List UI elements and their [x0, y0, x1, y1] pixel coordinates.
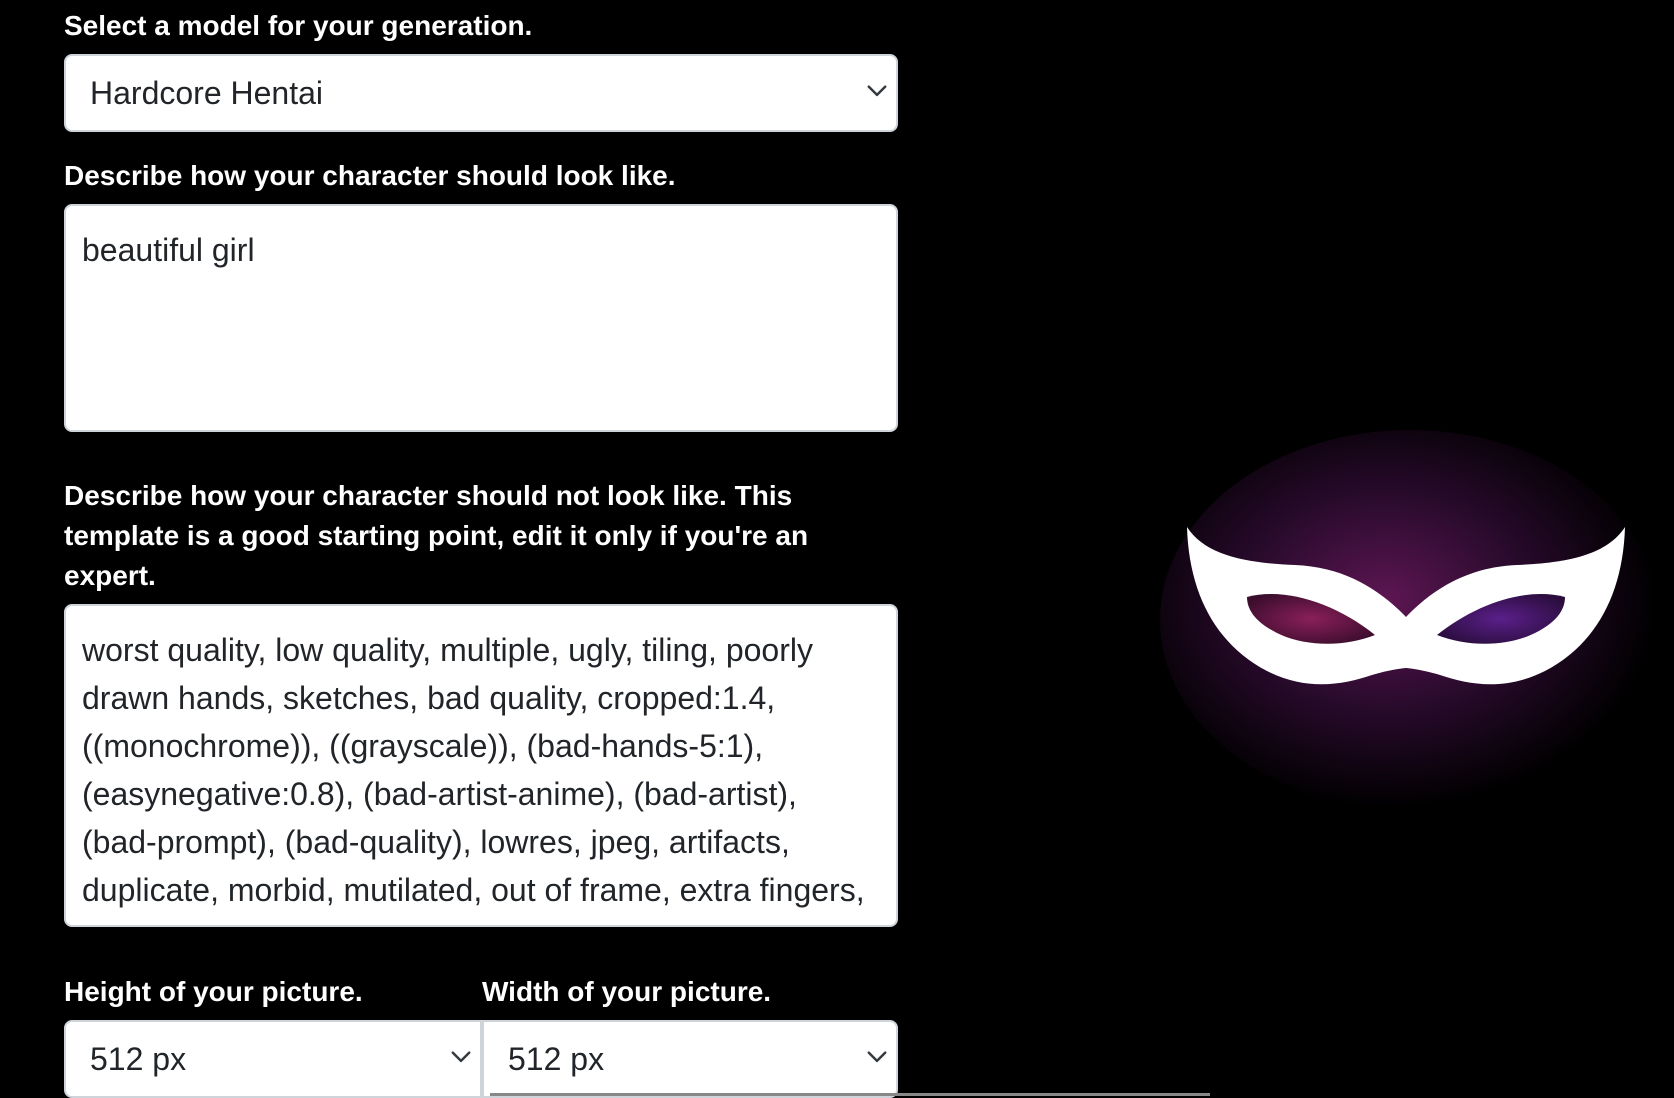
height-select-value: 512 px	[90, 1040, 187, 1077]
masquerade-mask-icon	[1187, 527, 1625, 685]
chevron-down-icon	[451, 1051, 471, 1063]
model-select-value: Hardcore Hentai	[90, 74, 323, 111]
chevron-down-icon	[867, 85, 887, 97]
positive-prompt-textarea[interactable]: beautiful girl	[64, 204, 898, 432]
height-select[interactable]: 512 px	[64, 1020, 482, 1098]
positive-prompt-label: Describe how your character should look …	[64, 160, 676, 191]
negative-prompt-label: Describe how your character should not l…	[64, 480, 809, 591]
model-select[interactable]: Hardcore Hentai	[64, 54, 898, 132]
divider	[490, 1093, 1210, 1096]
width-select[interactable]: 512 px	[482, 1020, 898, 1098]
chevron-down-icon	[867, 1051, 887, 1063]
width-select-value: 512 px	[508, 1040, 605, 1077]
mask-logo	[1160, 430, 1660, 810]
positive-prompt-value: beautiful girl	[82, 232, 255, 268]
negative-prompt-textarea[interactable]: worst quality, low quality, multiple, ug…	[64, 604, 898, 927]
width-label: Width of your picture.	[482, 976, 772, 1007]
height-label: Height of your picture.	[64, 976, 363, 1007]
negative-prompt-value: worst quality, low quality, multiple, ug…	[82, 632, 865, 925]
page: Select a model for your generation. Hard…	[0, 0, 1674, 1098]
model-label: Select a model for your generation.	[64, 10, 533, 41]
